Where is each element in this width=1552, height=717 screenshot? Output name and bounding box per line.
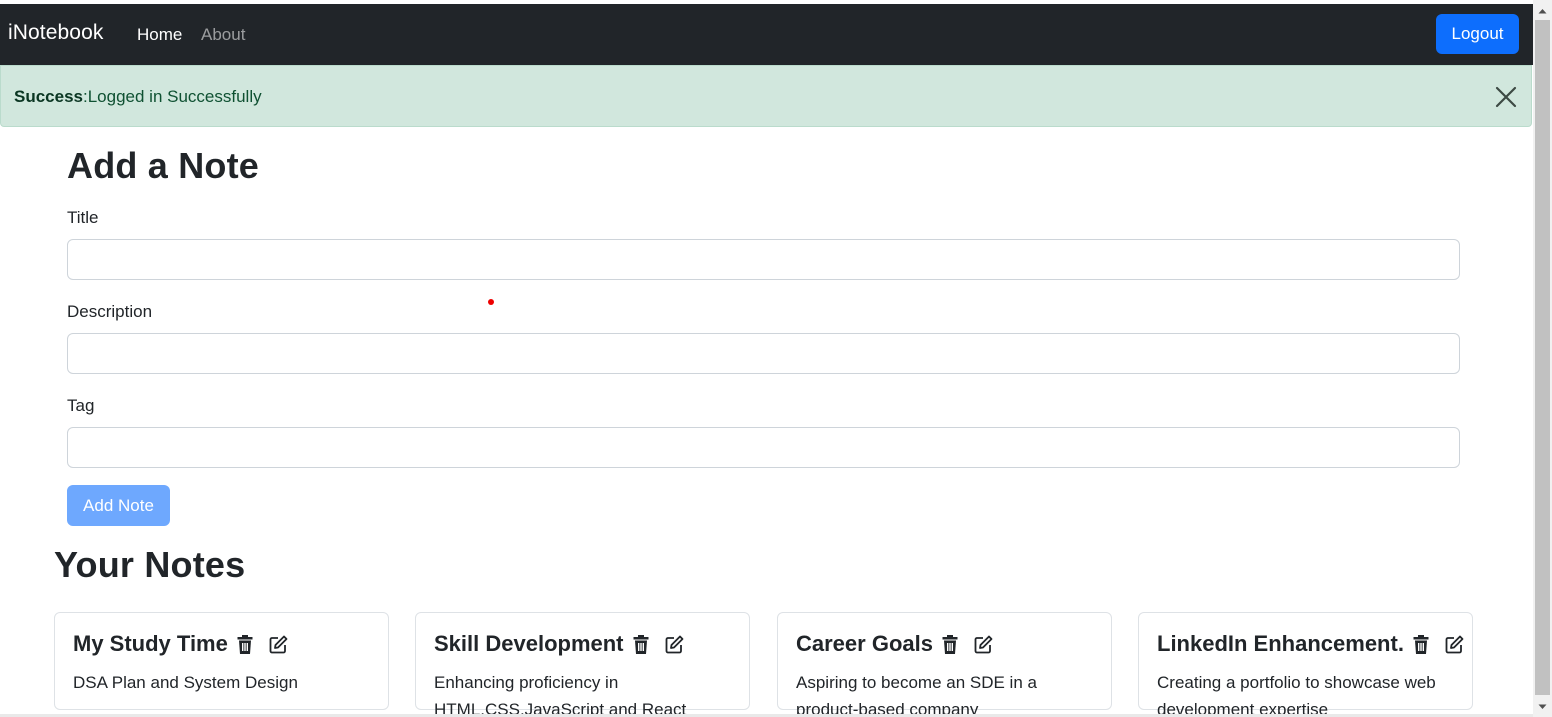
note-title: My Study Time bbox=[73, 631, 228, 656]
close-icon[interactable] bbox=[1494, 85, 1518, 109]
nav-link-home[interactable]: Home bbox=[137, 25, 182, 45]
note-card-header: Skill Development bbox=[434, 631, 684, 657]
your-notes-heading: Your Notes bbox=[54, 544, 246, 585]
alert-message: Success:Logged in Successfully bbox=[14, 87, 262, 107]
tag-label: Tag bbox=[67, 396, 95, 415]
alert-strong: Success bbox=[14, 87, 83, 106]
note-title: Skill Development bbox=[434, 631, 624, 656]
scroll-down-arrow-icon[interactable] bbox=[1533, 698, 1552, 715]
note-description: Creating a portfolio to showcase web dev… bbox=[1157, 673, 1436, 717]
tag-input[interactable] bbox=[67, 427, 1460, 468]
title-label: Title bbox=[67, 208, 99, 227]
logout-button[interactable]: Logout bbox=[1436, 14, 1519, 54]
page: iNotebook Home About Logout Success:Logg… bbox=[0, 0, 1533, 717]
vertical-scrollbar[interactable] bbox=[1533, 0, 1552, 717]
description-label: Description bbox=[67, 302, 153, 321]
note-description: Enhancing proficiency in HTML,CSS,JavaSc… bbox=[434, 673, 687, 717]
title-input[interactable] bbox=[67, 239, 1460, 280]
trash-icon[interactable] bbox=[942, 634, 958, 654]
trash-icon[interactable] bbox=[237, 634, 253, 654]
note-card: Skill Development Enhancing proficiency … bbox=[415, 612, 750, 717]
navbar: iNotebook Home About Logout bbox=[0, 4, 1533, 65]
note-description: DSA Plan and System Design bbox=[73, 673, 298, 692]
edit-icon[interactable] bbox=[1445, 635, 1464, 654]
add-note-heading: Add a Note bbox=[67, 145, 260, 186]
note-card: My Study Time DSA Plan and System Design bbox=[54, 612, 389, 710]
success-alert: Success:Logged in Successfully bbox=[0, 65, 1532, 127]
nav-link-about[interactable]: About bbox=[201, 25, 245, 45]
note-card-header: LinkedIn Enhancement. bbox=[1157, 631, 1464, 657]
note-title: LinkedIn Enhancement. bbox=[1157, 631, 1404, 656]
edit-icon[interactable] bbox=[974, 635, 993, 654]
add-note-button[interactable]: Add Note bbox=[67, 485, 170, 526]
note-description: Aspiring to become an SDE in a product-b… bbox=[796, 673, 1037, 717]
note-title: Career Goals bbox=[796, 631, 933, 656]
note-card-header: My Study Time bbox=[73, 631, 288, 657]
scrollbar-thumb[interactable] bbox=[1535, 20, 1550, 695]
edit-icon[interactable] bbox=[665, 635, 684, 654]
trash-icon[interactable] bbox=[633, 634, 649, 654]
description-input[interactable] bbox=[67, 333, 1460, 374]
scroll-up-arrow-icon[interactable] bbox=[1533, 2, 1552, 19]
note-card-header: Career Goals bbox=[796, 631, 993, 657]
trash-icon[interactable] bbox=[1413, 634, 1429, 654]
note-card: Career Goals Aspiring to become an SDE i… bbox=[777, 612, 1112, 717]
alert-text: :Logged in Successfully bbox=[83, 87, 262, 106]
note-card: LinkedIn Enhancement. Creating a portfol… bbox=[1138, 612, 1473, 717]
cursor-marker bbox=[488, 299, 494, 305]
edit-icon[interactable] bbox=[269, 635, 288, 654]
brand-logo[interactable]: iNotebook bbox=[8, 21, 103, 45]
